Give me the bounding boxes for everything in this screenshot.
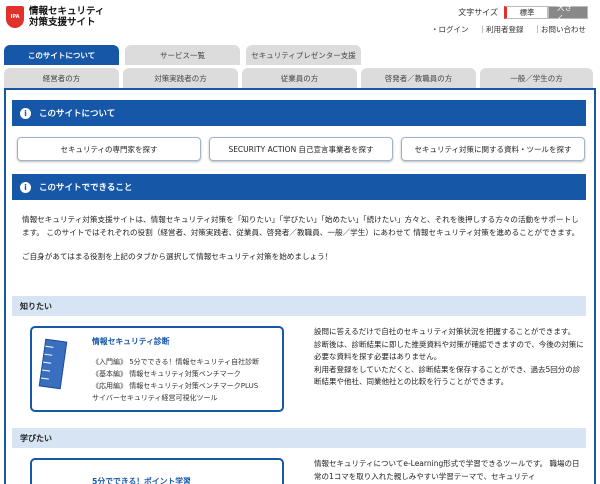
list-item: サイバーセキュリティ経営可視化ツール	[92, 394, 218, 402]
diagnosis-card-title: 情報セキュリティ診断	[92, 337, 170, 346]
capabilities-section-title: このサイトでできること	[39, 183, 133, 193]
intro-paragraph-1: 情報セキュリティ対策支援サイトは、情報セキュリティ対策を「知りたい」「学びたい」…	[22, 215, 580, 237]
capabilities-section-header: i このサイトでできること	[12, 174, 586, 200]
info-icon: i	[20, 107, 31, 119]
list-item: 《基本編》 情報セキュリティ対策ベンチマーク	[92, 370, 241, 378]
tab-executives[interactable]: 経営者の方	[4, 68, 119, 88]
point-learning-card[interactable]: 5分でできる！ポイント学習	[30, 458, 284, 484]
info-icon: i	[20, 181, 31, 193]
diagnosis-description: 設問に答えるだけで自社のセキュリティ対策状況を把握することができます。 診断後は…	[314, 326, 584, 389]
role-tabs: 経営者の方 対策実践者の方 従業員の方 啓発者／教職員の方 一般／学生の方	[4, 68, 593, 88]
contact-link[interactable]: ｜お問い合わせ	[534, 24, 587, 35]
find-security-action-button[interactable]: SECURITY ACTION 自己宣言事業者を探す	[209, 137, 393, 161]
tab-practitioners[interactable]: 対策実践者の方	[123, 68, 238, 88]
primary-tabs: このサイトについて サービス一覧 セキュリティプレゼンター支援	[4, 45, 365, 65]
search-buttons: セキュリティの専門家を探す SECURITY ACTION 自己宣言事業者を探す…	[17, 137, 585, 161]
learning-description: 情報セキュリティについてe-Learning形式で学習できるツールです。 職場の…	[314, 459, 580, 481]
ruler-icon	[38, 338, 68, 390]
tab-employees[interactable]: 従業員の方	[242, 68, 357, 88]
diagnosis-desc-2: 利用者登録をしていただくと、診断結果を保存することができ、過去5回分の診断結果や…	[314, 364, 581, 387]
intro-paragraph-2: ご自身があてはまる役割を上記のタブから選択して情報セキュリティ対策を始めましょう…	[22, 252, 333, 261]
logo-line1: 情報セキュリティ	[29, 6, 105, 17]
site-header: IPA 情報セキュリティ 対策支援サイト 文字サイズ 標準 大きく ・ログイン …	[0, 0, 600, 40]
top-links: ・ログイン ｜利用者登録 ｜お問い合わせ	[421, 24, 586, 35]
diagnosis-card[interactable]: 情報セキュリティ診断 《入門編》 5分でできる！情報セキュリティ自社診断 《基本…	[30, 326, 284, 412]
know-band: 知りたい	[12, 296, 586, 316]
about-section-header: i このサイトについて	[12, 100, 586, 126]
ipa-shield-icon: IPA	[6, 6, 24, 28]
find-experts-button[interactable]: セキュリティの専門家を探す	[17, 137, 201, 161]
tab-services[interactable]: サービス一覧	[125, 45, 240, 65]
font-standard-button[interactable]: 標準	[504, 6, 548, 19]
tab-educators[interactable]: 啓発者／教職員の方	[361, 68, 476, 88]
font-size-control: 文字サイズ 標準 大きく	[458, 3, 588, 23]
logo-line2: 対策支援サイト	[29, 17, 96, 28]
point-learning-title: 5分でできる！ポイント学習	[92, 477, 191, 484]
list-item: 《応用編》 情報セキュリティ対策ベンチマークPLUS	[92, 382, 259, 390]
font-large-button[interactable]: 大きく	[548, 3, 588, 23]
register-link[interactable]: ｜利用者登録	[479, 24, 524, 35]
login-link[interactable]: ・ログイン	[431, 24, 469, 35]
find-resources-button[interactable]: セキュリティ対策に関する資料・ツールを探す	[401, 137, 585, 161]
intro-text: 情報セキュリティ対策支援サイトは、情報セキュリティ対策を「知りたい」「学びたい」…	[22, 214, 582, 276]
tab-general[interactable]: 一般／学生の方	[480, 68, 593, 88]
diagnosis-desc-1: 設問に答えるだけで自社のセキュリティ対策状況を把握することができます。 診断後は…	[314, 327, 584, 361]
list-item: 《入門編》 5分でできる！情報セキュリティ自社診断	[92, 358, 260, 366]
site-logo[interactable]: IPA 情報セキュリティ 対策支援サイト	[6, 6, 104, 28]
about-section-title: このサイトについて	[39, 109, 116, 119]
diagnosis-card-list: 《入門編》 5分でできる！情報セキュリティ自社診断 《基本編》 情報セキュリティ…	[92, 356, 259, 404]
learn-band: 学びたい	[12, 428, 586, 448]
tab-presenter[interactable]: セキュリティプレゼンター支援	[246, 45, 361, 65]
font-size-label: 文字サイズ	[458, 8, 498, 17]
tab-about[interactable]: このサイトについて	[4, 45, 119, 65]
